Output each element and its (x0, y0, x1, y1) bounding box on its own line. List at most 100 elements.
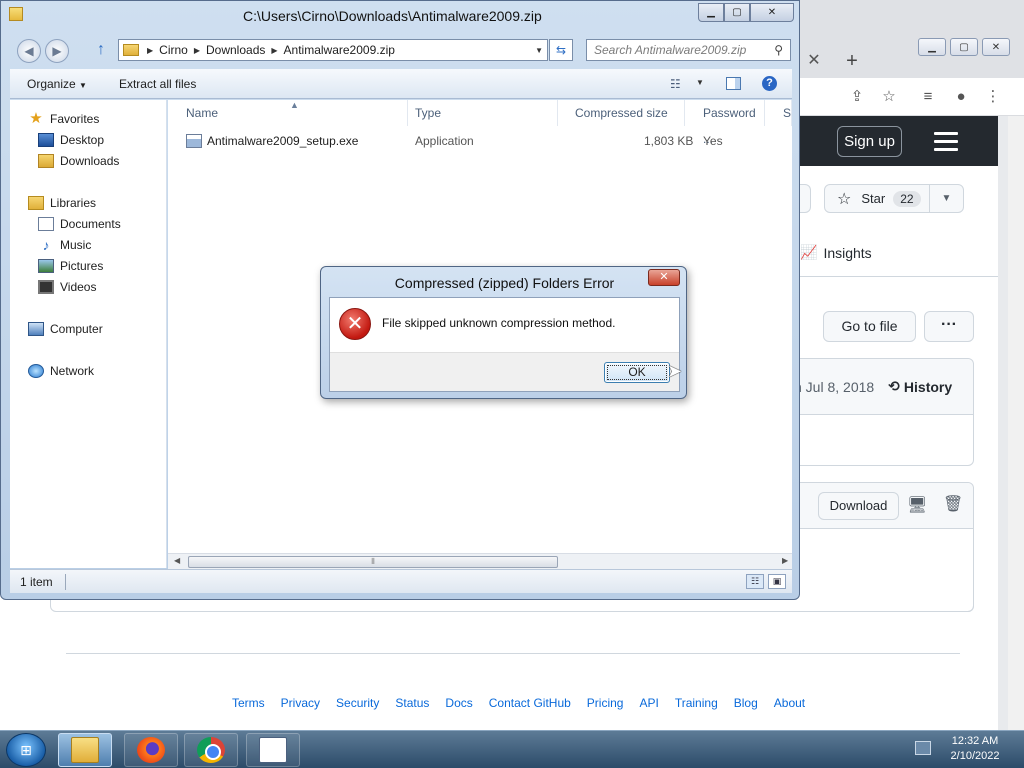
star-dropdown-icon[interactable]: ▼ (929, 185, 963, 212)
taskbar-notepad-button[interactable] (246, 733, 300, 767)
column-header-size[interactable]: Si (765, 100, 792, 126)
view-options-icon[interactable]: ☷ (670, 77, 681, 91)
maximize-icon[interactable]: ▢ (950, 38, 978, 56)
sidebar-item-label: Pictures (60, 259, 104, 273)
close-icon[interactable]: ✕ (982, 38, 1010, 56)
sidebar-item-label: Videos (60, 280, 97, 294)
status-divider (65, 574, 66, 590)
share-icon[interactable]: ⇪ (848, 88, 866, 106)
column-header-password[interactable]: Password ... (685, 100, 765, 146)
breadcrumb-cirno[interactable]: Cirno (159, 43, 188, 57)
refresh-icon[interactable]: ⇆ (549, 39, 573, 61)
ok-button[interactable]: OK (604, 362, 670, 383)
graph-icon: 📈 (800, 244, 818, 260)
search-icon[interactable]: ⚲ (774, 40, 783, 60)
dialog-close-icon[interactable]: ✕ (648, 269, 680, 286)
sidebar-item-favorites[interactable]: ★ Favorites (28, 109, 99, 129)
footer-link[interactable]: Privacy (281, 696, 320, 710)
organize-button[interactable]: Organize ▼ (27, 77, 87, 91)
history-icon: ⟲ (888, 378, 900, 394)
search-input[interactable]: Search Antimalware2009.zip ⚲ (586, 39, 791, 61)
table-row[interactable]: Antimalware2009_setup.exe Application 1,… (168, 130, 778, 152)
footer-link[interactable]: Docs (445, 696, 472, 710)
footer-link[interactable]: Terms (232, 696, 265, 710)
sidebar-item-music[interactable]: ♪ Music (38, 235, 92, 255)
tab-close-icon[interactable]: ✕ (803, 50, 825, 72)
footer-link[interactable]: About (774, 696, 805, 710)
footer-link[interactable]: Security (336, 696, 379, 710)
footer-link[interactable]: API (639, 696, 658, 710)
column-name-label: Name (186, 106, 219, 120)
breadcrumb-zip[interactable]: Antimalware2009.zip (284, 43, 395, 57)
scrollbar-thumb[interactable]: ⦀ (188, 556, 558, 568)
sidebar-item-downloads[interactable]: Downloads (38, 151, 119, 171)
menu-dots-icon[interactable]: ⋮ (984, 88, 1002, 106)
footer-link[interactable]: Blog (734, 696, 758, 710)
address-dropdown-icon[interactable]: ▼ (535, 46, 543, 55)
network-tray-icon[interactable] (915, 741, 931, 755)
sidebar-item-libraries[interactable]: Libraries (28, 193, 96, 213)
details-view-icon[interactable]: ☷ (746, 574, 764, 589)
sidebar-item-network[interactable]: Network (28, 361, 94, 381)
browser-scrollbar[interactable] (1008, 116, 1024, 730)
profile-icon[interactable]: ● (952, 88, 970, 106)
sidebar-item-videos[interactable]: Videos (38, 277, 96, 297)
sidebar-item-documents[interactable]: Documents (38, 214, 121, 234)
preview-pane-icon[interactable] (726, 77, 741, 90)
download-button[interactable]: Download (818, 492, 899, 520)
reading-list-icon[interactable]: ≡ (919, 88, 937, 106)
start-button[interactable]: ⊞ (6, 733, 46, 767)
extract-all-button[interactable]: Extract all files (119, 77, 196, 91)
bookmark-star-icon[interactable]: ☆ (880, 88, 898, 106)
more-options-button[interactable]: ··· (924, 311, 974, 342)
back-arrow-icon[interactable]: ◀ (17, 39, 41, 63)
signup-button[interactable]: Sign up (837, 126, 902, 157)
network-icon (28, 364, 44, 378)
chrome-icon (197, 737, 225, 763)
large-icons-view-icon[interactable]: ▣ (768, 574, 786, 589)
up-arrow-icon[interactable]: ↑ (97, 41, 105, 59)
footer-link[interactable]: Training (675, 696, 718, 710)
taskbar-chrome-button[interactable] (184, 733, 238, 767)
scroll-right-icon[interactable]: ▶ (782, 556, 788, 565)
column-header-type[interactable]: Type (397, 100, 558, 126)
hamburger-menu-icon[interactable] (934, 132, 958, 152)
sidebar-item-pictures[interactable]: Pictures (38, 256, 103, 276)
footer-link[interactable]: Pricing (587, 696, 624, 710)
footer-link[interactable]: Status (395, 696, 429, 710)
music-icon: ♪ (42, 237, 50, 253)
latest-commit-box: n Jul 8, 2018 ⟲ History (794, 358, 974, 466)
close-icon[interactable]: ✕ (750, 3, 794, 22)
libraries-icon (28, 196, 44, 210)
minimize-icon[interactable]: ▁ (918, 38, 946, 56)
history-link[interactable]: ⟲ History (888, 378, 952, 395)
breadcrumb: ▶ Cirno ▶ Downloads ▶ Antimalware2009.zi… (147, 43, 395, 57)
breadcrumb-downloads[interactable]: Downloads (206, 43, 265, 57)
column-header-compressed-size[interactable]: Compressed size (557, 100, 685, 126)
trash-icon[interactable]: 🗑 (943, 494, 963, 514)
forward-arrow-icon[interactable]: ▶ (45, 39, 69, 63)
minimize-icon[interactable]: ▁ (698, 3, 724, 22)
footer-link[interactable]: Contact GitHub (489, 696, 571, 710)
taskbar-explorer-button[interactable] (58, 733, 112, 767)
horizontal-scrollbar[interactable]: ◀ ⦀ ▶ (168, 553, 792, 569)
star-button[interactable]: ☆ Star 22 ▼ (824, 184, 964, 213)
sidebar-item-label: Favorites (50, 112, 100, 126)
star-count: 22 (893, 190, 921, 207)
go-to-file-button[interactable]: Go to file (823, 311, 916, 342)
sidebar-item-computer[interactable]: Computer (28, 319, 103, 339)
sidebar-item-desktop[interactable]: Desktop (38, 130, 104, 150)
address-bar[interactable]: ▶ Cirno ▶ Downloads ▶ Antimalware2009.zi… (118, 39, 548, 61)
tab-insights[interactable]: 📈 Insights (800, 244, 872, 261)
maximize-icon[interactable]: ▢ (724, 3, 750, 22)
help-icon[interactable]: ? (762, 76, 777, 91)
folder-icon (9, 7, 23, 21)
desktop-icon[interactable]: 🖥 (907, 495, 927, 515)
column-header-name[interactable]: Name ▲ (168, 100, 408, 126)
scroll-left-icon[interactable]: ◀ (174, 556, 180, 565)
taskbar-firefox-button[interactable] (124, 733, 178, 767)
new-tab-icon[interactable]: + (840, 50, 864, 74)
view-dropdown-icon[interactable]: ▼ (696, 78, 704, 87)
computer-icon (28, 322, 44, 336)
system-clock[interactable]: 12:32 AM 2/10/2022 (940, 734, 1010, 764)
